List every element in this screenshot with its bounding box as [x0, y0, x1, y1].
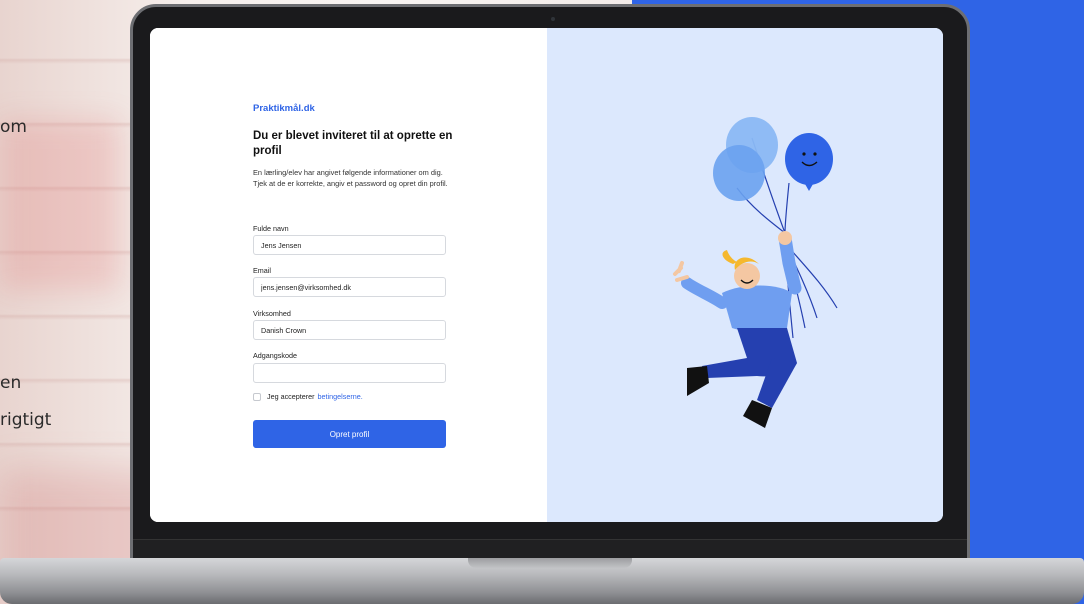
terms-checkbox[interactable] [253, 392, 261, 401]
password-field[interactable] [253, 363, 446, 383]
background-text-line: rigtigt [0, 410, 52, 430]
full-name-label: Fulde navn [253, 224, 289, 233]
person-with-balloons-icon [673, 117, 838, 428]
page-title: Du er blevet inviteret til at oprette en… [253, 130, 453, 157]
illustration-pane [547, 28, 943, 522]
signup-form-pane: Praktikmål.dk Du er blevet inviteret til… [150, 28, 547, 522]
terms-text: Jeg accepterer [267, 392, 315, 401]
laptop-screen: Praktikmål.dk Du er blevet inviteret til… [150, 28, 943, 522]
terms-link[interactable]: betingelserne. [318, 392, 363, 401]
full-name-field[interactable] [253, 235, 446, 255]
terms-row: Jeg accepterer betingelserne. [253, 392, 363, 401]
password-label: Adgangskode [253, 351, 297, 360]
brand-logo-text: Praktikmål.dk [253, 103, 315, 114]
background-text-line: en [0, 373, 22, 393]
laptop-notch [468, 558, 632, 568]
email-label: Email [253, 266, 271, 275]
laptop-base [0, 558, 1084, 604]
page-description: En lærling/elev har angivet følgende inf… [253, 168, 448, 188]
background-text-line: om [0, 117, 27, 137]
background-blur [0, 120, 120, 290]
email-field[interactable] [253, 277, 446, 297]
balloon-light [713, 145, 765, 201]
create-profile-button[interactable]: Opret profil [253, 420, 446, 448]
company-field[interactable] [253, 320, 446, 340]
balloon-smiley [785, 133, 833, 185]
laptop-lid: Praktikmål.dk Du er blevet inviteret til… [130, 4, 970, 566]
company-label: Virksomhed [253, 309, 291, 318]
camera-icon [551, 17, 555, 21]
